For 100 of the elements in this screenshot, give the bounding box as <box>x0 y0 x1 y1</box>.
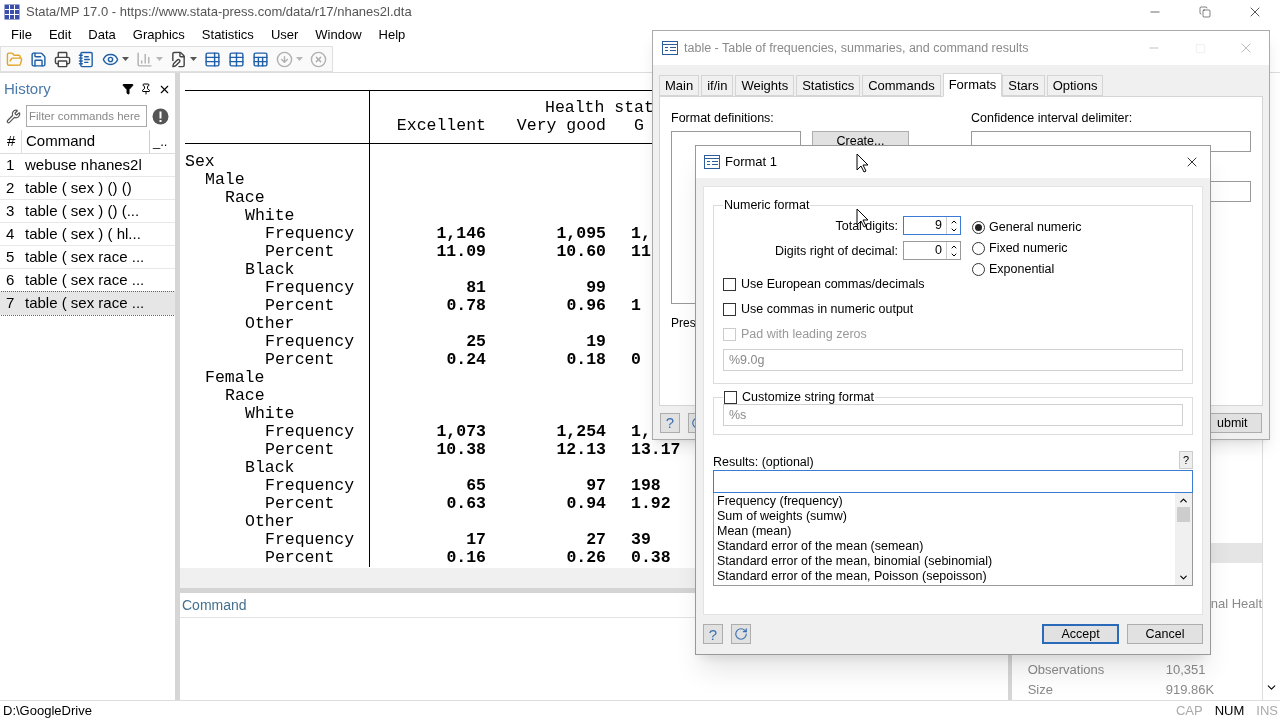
wrench-icon[interactable] <box>6 108 21 124</box>
radio-option[interactable]: General numeric <box>972 220 1082 234</box>
panel-title: History <box>4 78 51 99</box>
panel-title: Command <box>181 595 247 615</box>
accept-button[interactable]: Accept <box>1042 624 1119 645</box>
cancel-button[interactable]: Cancel <box>1127 624 1203 645</box>
row-number: 7 <box>5 292 16 313</box>
list-item[interactable]: Sum of weights (sumw) <box>717 509 1175 524</box>
column-header[interactable]: # <box>0 130 22 153</box>
table-cell-text: 0 <box>630 351 641 369</box>
checkbox-label: Customize string format <box>742 390 874 404</box>
toolbar-button[interactable] <box>28 49 48 69</box>
row-label: Percent <box>265 548 335 567</box>
field-label: Pres <box>671 314 697 332</box>
spinner-field[interactable]: 0 <box>903 241 961 260</box>
reset-button[interactable] <box>731 624 751 645</box>
row-number: 6 <box>5 269 16 290</box>
table-cell-text: 0.18 <box>565 351 606 369</box>
column-header[interactable]: Command <box>22 130 150 153</box>
status-path: D:\GoogleDrive <box>2 701 92 720</box>
scrollbar[interactable] <box>1175 493 1192 585</box>
tab[interactable]: Options <box>1046 75 1104 96</box>
radio-option[interactable]: Fixed numeric <box>972 241 1082 255</box>
filter-field[interactable]: Filter commands here <box>26 105 147 127</box>
row-number: 5 <box>5 246 16 267</box>
filter-icon[interactable] <box>122 83 134 95</box>
help-button[interactable]: ? <box>703 624 723 645</box>
column-header[interactable]: _.. <box>150 131 168 152</box>
menu-item[interactable]: Graphics <box>132 25 185 45</box>
row-label: Female <box>205 368 265 387</box>
table-cell-text: 99 <box>585 279 606 297</box>
status-indicator: CAP <box>1176 701 1203 720</box>
list-item[interactable]: Mean (mean) <box>717 524 1175 539</box>
table-cell-text: 1, <box>630 423 651 441</box>
toolbar-button[interactable] <box>76 49 96 69</box>
format-field[interactable]: %9.0g <box>723 349 1183 371</box>
warning-icon[interactable] <box>152 107 169 125</box>
toolbar-button[interactable] <box>202 49 222 69</box>
menu-item[interactable]: Data <box>88 25 116 45</box>
column-group-header: Health stat <box>544 99 654 117</box>
table-cell-text: 17 <box>465 531 486 549</box>
tab[interactable]: Statistics <box>796 75 861 96</box>
pin-icon[interactable] <box>140 83 152 95</box>
tab[interactable]: Formats <box>942 73 1003 97</box>
save-icon <box>29 50 47 68</box>
checkbox[interactable] <box>723 302 736 316</box>
radio-option[interactable]: Exponential <box>972 262 1082 276</box>
tab[interactable]: Main <box>659 75 700 96</box>
list-item[interactable]: Standard error of the mean, binomial (sebinomial) <box>717 554 1175 569</box>
table-cell-text: 1,095 <box>555 225 606 243</box>
caret-icon <box>122 57 129 61</box>
list-item[interactable]: Standard error of the mean (semean) <box>717 539 1175 554</box>
column-header: Very good <box>515 117 606 135</box>
checkbox-label: Use European commas/decimals <box>741 277 925 291</box>
menu-item[interactable]: Help <box>378 25 406 45</box>
results-field[interactable] <box>713 470 1193 493</box>
command-text: table ( sex race ... <box>24 292 145 313</box>
checkbox[interactable] <box>723 277 736 291</box>
history-row[interactable]: 7 table ( sex race ... <box>0 292 175 315</box>
checkbox[interactable] <box>724 390 737 404</box>
row-label: Frequency <box>265 530 355 549</box>
scroll-down-icon[interactable] <box>1178 572 1189 583</box>
spinner-field[interactable]: 9 <box>903 216 961 235</box>
table-cell-text: 1.92 <box>630 495 671 513</box>
table-cell-text: 0.26 <box>565 549 606 567</box>
toolbar-button[interactable] <box>52 49 72 69</box>
caret-icon <box>190 57 197 61</box>
table-cell-text: 39 <box>630 531 651 549</box>
help-button[interactable]: ? <box>1179 451 1193 469</box>
menu-item[interactable]: Window <box>315 25 362 45</box>
list-item[interactable]: Standard error of the mean, Poisson (sepoisson) <box>717 569 1175 584</box>
menu-item[interactable]: File <box>11 25 32 45</box>
tab[interactable]: Stars <box>1002 75 1045 96</box>
table-cell-text: 65 <box>465 477 486 495</box>
menu-item[interactable]: Edit <box>48 25 72 45</box>
scrollbar-thumb[interactable] <box>1177 506 1190 522</box>
command-text: webuse nhanes2l <box>24 154 142 175</box>
row-label: Frequency <box>265 476 355 495</box>
menu-item[interactable]: User <box>270 25 299 45</box>
toolbar-button[interactable] <box>250 49 270 69</box>
field-label: Total digits: <box>835 218 898 233</box>
tab[interactable]: if/in <box>701 75 734 96</box>
row-number: 3 <box>5 200 16 221</box>
toolbar-button[interactable] <box>226 49 246 69</box>
tab[interactable]: Commands <box>862 75 941 96</box>
printer-icon <box>53 50 71 68</box>
menu-item[interactable]: Statistics <box>201 25 254 45</box>
help-button[interactable]: ? <box>660 412 680 433</box>
list-item[interactable]: Frequency (frequency) <box>717 494 1175 509</box>
dialog-icon <box>704 155 720 169</box>
field-label: Confidence interval delimiter: <box>971 110 1134 127</box>
table-cell-text: 10.60 <box>555 243 606 261</box>
restore-icon <box>1199 6 1211 18</box>
format-field[interactable]: %s <box>723 404 1183 426</box>
tab[interactable]: Weights <box>735 75 795 96</box>
row-label: Percent <box>265 440 335 459</box>
row-number: 2 <box>5 177 16 198</box>
table-cell-text: 0.38 <box>630 549 671 567</box>
row-label: Percent <box>265 242 335 261</box>
row-label: Other <box>245 314 295 333</box>
